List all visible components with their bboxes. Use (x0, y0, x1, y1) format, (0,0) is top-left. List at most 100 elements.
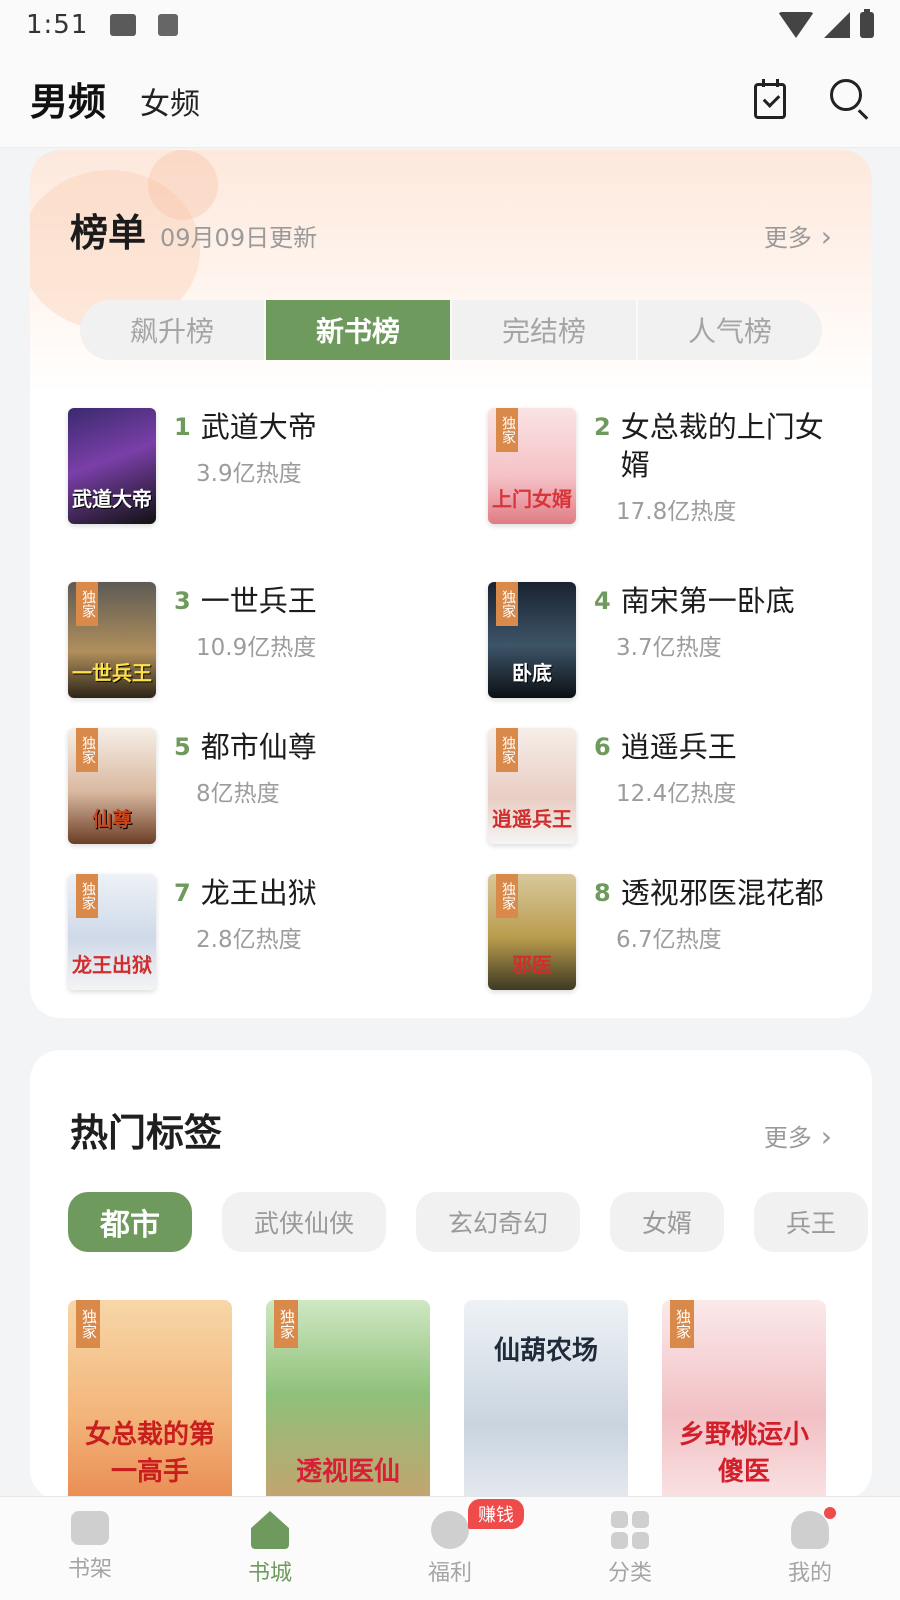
book-cover: 独家 仙尊 (68, 728, 156, 844)
book-heat: 6.7亿热度 (616, 927, 722, 953)
cover-title: 上门女婿 (492, 487, 572, 511)
segment-rising[interactable]: 飙升榜 (80, 300, 266, 360)
book-rank: 4 (594, 587, 611, 615)
ranking-more-link[interactable]: 更多 (764, 218, 832, 253)
nav-welfare[interactable]: 赚钱 福利 (360, 1497, 540, 1600)
bottom-navigation: 书架 书城 赚钱 福利 分类 我的 (0, 1496, 900, 1600)
nav-bookshelf[interactable]: 书架 (0, 1497, 180, 1600)
checklist-icon (754, 78, 786, 119)
hot-tags-card: 热门标签 更多 都市 武侠仙侠 玄幻奇幻 女婿 兵王 独家 女总裁的第一高手 独… (30, 1050, 872, 1500)
exclusive-badge: 独家 (670, 1300, 694, 1348)
book-item[interactable]: 独家 上门女婿 2 女总裁的上门女婿 17.8亿热度 (488, 408, 858, 554)
cover-title: 卧底 (512, 661, 552, 685)
notification-dot (824, 1507, 836, 1519)
hot-tags-title: 热门标签 (70, 1111, 223, 1155)
bookshelf-icon (71, 1511, 109, 1545)
top-header: 男频 女频 (0, 50, 900, 148)
nav-bookstore[interactable]: 书城 (180, 1497, 360, 1600)
nav-label: 书城 (247, 1561, 292, 1586)
book-heat: 8亿热度 (196, 781, 280, 807)
hot-tags-more-link[interactable]: 更多 (764, 1118, 832, 1153)
tag-book-cover[interactable]: 独家 女总裁的第一高手 (68, 1300, 232, 1500)
book-item[interactable]: 独家 龙王出狱 7 龙王出狱 2.8亿热度 (68, 874, 488, 992)
exclusive-badge: 独家 (76, 1300, 100, 1348)
nav-label: 福利 (427, 1561, 472, 1586)
wifi-icon (778, 12, 814, 38)
cover-title: 仙尊 (92, 807, 132, 831)
ranking-header: 榜单 09月09日更新 更多 (70, 202, 832, 257)
exclusive-badge: 独家 (76, 582, 98, 626)
nav-profile[interactable]: 我的 (720, 1497, 900, 1600)
gift-icon (431, 1511, 469, 1549)
tag-chip-row: 都市 武侠仙侠 玄幻奇幻 女婿 兵王 (68, 1192, 869, 1252)
tag-book-cover[interactable]: 独家 透视医仙 (266, 1300, 430, 1500)
book-title-text: 龙王出狱 (200, 876, 317, 910)
nav-label: 分类 (607, 1561, 652, 1586)
ranking-segment-control: 飙升榜 新书榜 完结榜 人气榜 (80, 300, 822, 360)
tag-chip-wuxia[interactable]: 武侠仙侠 (222, 1192, 387, 1252)
book-item[interactable]: 独家 逍遥兵王 6 逍遥兵王 12.4亿热度 (488, 728, 858, 846)
book-title: 5 都市仙尊 (174, 728, 317, 766)
exclusive-badge: 独家 (496, 408, 518, 452)
book-title: 4 南宋第一卧底 (594, 582, 795, 620)
gallery-notification-icon (110, 14, 137, 36)
cover-title: 一世兵王 (72, 661, 152, 685)
status-bar: 1:51 (0, 0, 900, 50)
nav-label: 书架 (67, 1557, 112, 1582)
status-time: 1:51 (26, 10, 89, 40)
book-title-text: 逍遥兵王 (620, 730, 737, 764)
book-cover: 独家 龙王出狱 (68, 874, 156, 990)
book-title: 6 逍遥兵王 (594, 728, 737, 766)
book-cover: 独家 逍遥兵王 (488, 728, 576, 844)
tag-chip-soldier-king[interactable]: 兵王 (754, 1192, 869, 1252)
home-icon (251, 1511, 289, 1549)
tag-book-cover[interactable]: 仙葫农场 (464, 1300, 628, 1500)
cell-signal-icon (824, 12, 850, 38)
search-icon (830, 78, 862, 111)
book-title-text: 都市仙尊 (200, 730, 317, 764)
book-item[interactable]: 独家 仙尊 5 都市仙尊 8亿热度 (68, 728, 488, 846)
book-cover: 独家 卧底 (488, 582, 576, 698)
book-title: 7 龙王出狱 (174, 874, 317, 912)
cover-title: 乡野桃运小傻医 (678, 1420, 809, 1487)
book-title-text: 透视邪医混花都 (620, 876, 824, 910)
font-notification-icon (158, 14, 179, 36)
tag-chip-urban[interactable]: 都市 (68, 1192, 192, 1252)
tag-chip-fantasy[interactable]: 玄幻奇幻 (416, 1192, 581, 1252)
book-heat: 2.8亿热度 (196, 927, 302, 953)
cover-title: 仙葫农场 (493, 1336, 598, 1366)
book-heat: 17.8亿热度 (616, 499, 737, 525)
segment-new-books[interactable]: 新书榜 (266, 300, 452, 360)
book-rank: 8 (594, 879, 611, 907)
tag-book-covers: 独家 女总裁的第一高手 独家 透视医仙 仙葫农场 独家 乡野桃运小傻医 (68, 1300, 826, 1500)
cover-title: 逍遥兵王 (492, 807, 572, 831)
book-title-text: 南宋第一卧底 (620, 584, 795, 618)
book-cover: 独家 上门女婿 (488, 408, 576, 524)
checkin-button[interactable] (754, 78, 794, 119)
tag-chip-son-in-law[interactable]: 女婿 (610, 1192, 725, 1252)
exclusive-badge: 独家 (496, 728, 518, 772)
book-rank: 6 (594, 733, 611, 761)
book-item[interactable]: 独家 一世兵王 3 一世兵王 10.9亿热度 (68, 582, 488, 700)
book-item[interactable]: 武道大帝 1 武道大帝 3.9亿热度 (68, 408, 488, 526)
tag-book-cover[interactable]: 独家 乡野桃运小傻医 (662, 1300, 826, 1500)
tab-male[interactable]: 男频 (30, 71, 107, 128)
book-cover: 武道大帝 (68, 408, 156, 524)
tab-female[interactable]: 女频 (140, 79, 200, 123)
book-item[interactable]: 独家 邪医 8 透视邪医混花都 6.7亿热度 (488, 874, 858, 992)
category-grid-icon (611, 1511, 649, 1549)
book-rank: 7 (174, 879, 191, 907)
segment-popular[interactable]: 人气榜 (638, 300, 822, 360)
book-heat: 12.4亿热度 (616, 781, 737, 807)
exclusive-badge: 独家 (496, 874, 518, 918)
search-button[interactable] (830, 78, 870, 119)
battery-icon (860, 9, 874, 38)
nav-category[interactable]: 分类 (540, 1497, 720, 1600)
book-heat: 3.9亿热度 (196, 461, 302, 487)
book-heat: 10.9亿热度 (196, 635, 317, 661)
segment-completed[interactable]: 完结榜 (452, 300, 638, 360)
nav-label: 我的 (787, 1561, 832, 1586)
book-title-text: 一世兵王 (200, 584, 317, 618)
book-item[interactable]: 独家 卧底 4 南宋第一卧底 3.7亿热度 (488, 582, 858, 700)
book-title-text: 武道大帝 (200, 410, 317, 444)
